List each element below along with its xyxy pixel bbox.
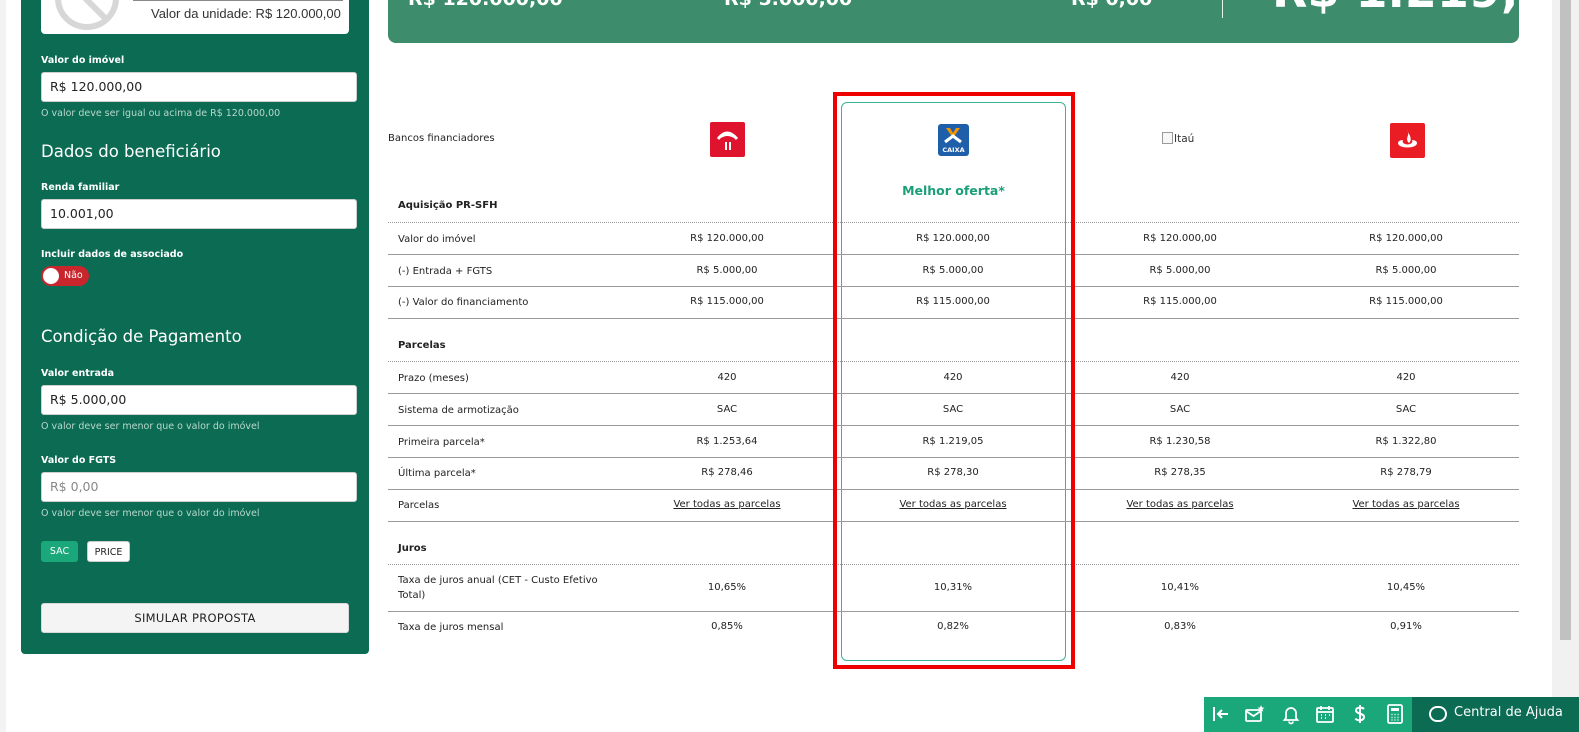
- associate-toggle-label: Não: [64, 270, 83, 281]
- table-cell: 10,41%: [1160, 582, 1200, 593]
- family-income-input[interactable]: 10.001,00: [41, 199, 357, 229]
- itau-logo-icon: Itaú: [1162, 132, 1194, 145]
- down-payment-input[interactable]: R$ 5.000,00: [41, 385, 357, 415]
- help-center-label: Central de Ajuda: [1454, 705, 1563, 720]
- beneficiary-heading: Dados do beneficiário: [41, 142, 221, 161]
- table-cell: R$ 120.000,00: [690, 233, 764, 244]
- section-title-installments: Parcelas: [398, 340, 446, 351]
- table-cell: R$ 278,46: [701, 467, 753, 478]
- summary-fgts: R$ 0,00: [1071, 0, 1152, 10]
- view-installments-link[interactable]: Ver todas as parcelas: [627, 499, 827, 510]
- table-cell: R$ 1.322,80: [1375, 436, 1437, 447]
- table-cell: R$ 120.000,00: [1143, 233, 1217, 244]
- table-cell: 0,91%: [1390, 621, 1422, 632]
- bradesco-logo-icon: [710, 122, 745, 157]
- payment-heading: Condição de Pagamento: [41, 327, 242, 346]
- table-cell: R$ 115.000,00: [690, 296, 764, 307]
- table-cell: R$ 120.000,00: [1369, 233, 1443, 244]
- highlight-frame: [833, 92, 1075, 669]
- unit-card: Valor da unidade: R$ 120.000,00: [41, 0, 349, 34]
- table-cell: 10,65%: [707, 582, 747, 593]
- table-cell: R$ 278,35: [1154, 467, 1206, 478]
- view-installments-link[interactable]: Ver todas as parcelas: [1080, 499, 1280, 510]
- down-payment-hint: O valor deve ser menor que o valor do im…: [41, 421, 260, 432]
- summary-first-installment: R$ 1.219,05: [1272, 0, 1519, 18]
- toggle-knob: [43, 268, 59, 284]
- bell-icon[interactable]: [1280, 703, 1302, 725]
- table-cell: 420: [1396, 372, 1416, 383]
- collapse-left-icon[interactable]: [1210, 703, 1232, 725]
- row-label: Última parcela*: [398, 468, 476, 479]
- view-installments-link[interactable]: Ver todas as parcelas: [1306, 499, 1506, 510]
- table-cell: 420: [717, 372, 737, 383]
- table-cell: 0,83%: [1164, 621, 1196, 632]
- include-associate-label: Incluir dados de associado: [41, 249, 184, 260]
- row-label: Valor do imóvel: [398, 234, 476, 245]
- table-cell: R$ 115.000,00: [1369, 296, 1443, 307]
- santander-logo-icon: [1390, 123, 1425, 158]
- unit-card-divider: [133, 0, 343, 1]
- summary-banner: R$ 120.000,00 R$ 5.000,00 R$ 0,00 R$ 1.2…: [388, 0, 1519, 43]
- bottom-toolbar: Central de Ajuda: [1204, 697, 1579, 732]
- row-label: Taxa de juros mensal: [398, 622, 504, 633]
- row-label-line2: Total): [398, 590, 426, 601]
- row-label: Sistema de armotização: [398, 405, 519, 416]
- row-label: Prazo (meses): [398, 373, 469, 384]
- family-income-label: Renda familiar: [41, 182, 120, 193]
- property-value-input[interactable]: R$ 120.000,00: [41, 72, 357, 102]
- row-label-line1: Taxa de juros anual (CET - Custo Efetivo: [398, 575, 598, 586]
- down-payment-label: Valor entrada: [41, 368, 115, 379]
- row-label: Primeira parcela*: [398, 437, 485, 448]
- fgts-hint: O valor deve ser menor que o valor do im…: [41, 508, 260, 519]
- table-cell: SAC: [1169, 404, 1191, 415]
- row-label: (-) Valor do financiamento: [398, 297, 529, 308]
- page: Valor da unidade: R$ 120.000,00 Valor do…: [0, 0, 1579, 732]
- vertical-scrollbar[interactable]: [1552, 0, 1579, 732]
- table-cell: 10,45%: [1386, 582, 1426, 593]
- price-button[interactable]: PRICE: [87, 541, 130, 562]
- fgts-label: Valor do FGTS: [41, 455, 117, 466]
- banks-label: Bancos financiadores: [388, 133, 495, 144]
- chat-help-icon: [1429, 706, 1447, 722]
- section-title-acquisition: Aquisição PR-SFH: [398, 200, 498, 211]
- table-cell: R$ 1.230,58: [1149, 436, 1211, 447]
- table-cell: R$ 1.253,64: [696, 436, 758, 447]
- calculator-icon[interactable]: [1384, 703, 1406, 725]
- mail-star-icon[interactable]: [1244, 703, 1266, 725]
- table-cell: SAC: [716, 404, 738, 415]
- sac-button[interactable]: SAC: [41, 541, 78, 562]
- row-label: (-) Entrada + FGTS: [398, 266, 493, 277]
- summary-divider: [1222, 0, 1223, 18]
- help-center-button[interactable]: Central de Ajuda: [1412, 697, 1579, 732]
- table-cell: R$ 5.000,00: [1149, 265, 1211, 276]
- property-value-label: Valor do imóvel: [41, 55, 125, 66]
- section-title-interest: Juros: [398, 543, 427, 554]
- table-cell: R$ 5.000,00: [1375, 265, 1437, 276]
- simulation-sidebar: Valor da unidade: R$ 120.000,00 Valor do…: [21, 0, 369, 654]
- table-cell: R$ 278,79: [1380, 467, 1432, 478]
- dollar-icon[interactable]: [1349, 703, 1371, 725]
- summary-down-payment: R$ 5.000,00: [724, 0, 852, 10]
- scrollbar-thumb[interactable]: [1560, 0, 1571, 640]
- broken-image-icon: [1162, 132, 1173, 144]
- summary-property-value: R$ 120.000,00: [408, 0, 563, 10]
- calendar-icon[interactable]: [1314, 703, 1336, 725]
- itau-logo-alt: Itaú: [1174, 133, 1195, 145]
- simulate-proposal-button[interactable]: SIMULAR PROPOSTA: [41, 603, 349, 633]
- table-cell: 420: [1170, 372, 1190, 383]
- unit-value: Valor da unidade: R$ 120.000,00: [151, 6, 341, 21]
- no-image-icon: [55, 0, 119, 30]
- table-cell: R$ 5.000,00: [696, 265, 758, 276]
- table-cell: SAC: [1395, 404, 1417, 415]
- table-cell: 0,85%: [711, 621, 743, 632]
- row-label: Parcelas: [398, 500, 440, 511]
- associate-toggle[interactable]: Não: [41, 266, 89, 286]
- property-value-hint: O valor deve ser igual ou acima de R$ 12…: [41, 108, 281, 119]
- fgts-input[interactable]: R$ 0,00: [41, 472, 357, 502]
- table-cell: R$ 115.000,00: [1143, 296, 1217, 307]
